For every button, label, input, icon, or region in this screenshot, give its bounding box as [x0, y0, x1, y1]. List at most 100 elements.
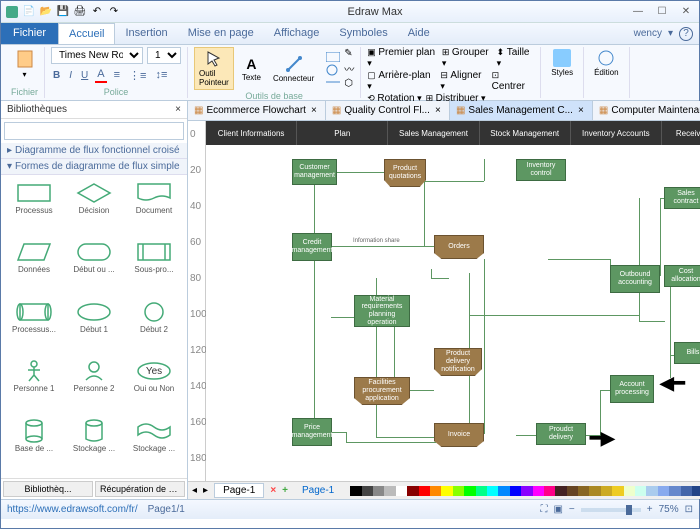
- node-facilities[interactable]: Facilities procurement application: [354, 377, 410, 405]
- font-size-select[interactable]: 10: [147, 47, 181, 64]
- color-swatch[interactable]: [544, 486, 555, 496]
- shape-circle[interactable]: Début 2: [125, 298, 183, 355]
- node-orders[interactable]: Orders: [434, 235, 484, 259]
- color-swatch[interactable]: [384, 486, 395, 496]
- color-swatch[interactable]: [567, 486, 578, 496]
- shape-yes[interactable]: YesOui ou Non: [125, 357, 183, 414]
- minimize-button[interactable]: —: [629, 5, 647, 19]
- tab-symboles[interactable]: Symboles: [329, 23, 397, 44]
- spacing-button[interactable]: ↕≡: [153, 68, 169, 82]
- shape-person[interactable]: Personne 1: [5, 357, 63, 414]
- color-swatch[interactable]: [407, 486, 418, 496]
- center-button[interactable]: ⊡ Centrer: [492, 70, 535, 92]
- color-swatch[interactable]: [658, 486, 669, 496]
- color-swatch[interactable]: [555, 486, 566, 496]
- status-url[interactable]: https://www.edrawsoft.com/fr/: [7, 504, 138, 515]
- color-swatch[interactable]: [476, 486, 487, 496]
- shape-para[interactable]: Données: [5, 238, 63, 295]
- tab-accueil[interactable]: Accueil: [58, 23, 115, 44]
- library-category-crossfunc[interactable]: ▸Diagramme de flux fonctionnel croisé: [1, 143, 187, 159]
- shape-rect[interactable]: Processus: [5, 179, 63, 236]
- view-actual-icon[interactable]: ▣: [553, 504, 562, 515]
- size-button[interactable]: ⬍ Taille ▾: [497, 47, 535, 69]
- color-swatch[interactable]: [453, 486, 464, 496]
- color-swatch[interactable]: [521, 486, 532, 496]
- view-full-icon[interactable]: ⛶: [540, 504, 547, 515]
- color-swatch[interactable]: [441, 486, 452, 496]
- page-tab-2[interactable]: Page-1: [302, 485, 334, 496]
- shape-ellipse[interactable]: Début 1: [65, 298, 123, 355]
- qat-save-icon[interactable]: 💾: [56, 5, 70, 19]
- zoom-fit-icon[interactable]: ⊡: [685, 504, 693, 515]
- color-swatch[interactable]: [681, 486, 692, 496]
- node-inventory-ctrl[interactable]: Inventory control: [516, 159, 566, 181]
- shape-cyl[interactable]: Base de ...: [5, 417, 63, 474]
- doc-tab-0[interactable]: ▦Ecommerce Flowchart×: [188, 101, 326, 120]
- bold-button[interactable]: B: [51, 68, 62, 82]
- align-button2[interactable]: ⊟ Aligner ▾: [440, 70, 487, 92]
- zoom-slider[interactable]: [581, 508, 641, 512]
- library-footer-btn2[interactable]: Récupération de fich...: [95, 481, 185, 497]
- color-swatch[interactable]: [646, 486, 657, 496]
- shape-tape[interactable]: Stockage ...: [125, 417, 183, 474]
- doc-tab-3[interactable]: ▦Computer Maintenan...×: [593, 101, 700, 120]
- doc-tab-close-icon[interactable]: ×: [576, 105, 586, 116]
- shape-poly-icon[interactable]: ⬡: [344, 78, 354, 89]
- node-account-proc[interactable]: Account processing: [610, 375, 654, 403]
- send-back-button[interactable]: ▢ Arrière-plan ▾: [367, 70, 436, 92]
- library-footer-btn1[interactable]: Bibliothèq...: [3, 481, 93, 497]
- shape-line-icon[interactable]: [326, 78, 340, 86]
- file-menu-button[interactable]: Fichier: [1, 23, 58, 44]
- tab-affichage[interactable]: Affichage: [264, 23, 330, 44]
- node-product-delivery[interactable]: Proudct delivery: [536, 423, 586, 445]
- page-close-icon[interactable]: ×: [270, 485, 276, 496]
- shape-curve-icon[interactable]: 〰: [344, 61, 354, 76]
- doc-tab-2[interactable]: ▦Sales Management C...×: [450, 101, 593, 120]
- shape-head[interactable]: Personne 2: [65, 357, 123, 414]
- node-sales-contract[interactable]: Sales contract: [664, 187, 700, 209]
- zoom-out-icon[interactable]: −: [569, 504, 575, 515]
- page-add-icon[interactable]: +: [282, 485, 288, 496]
- zoom-in-icon[interactable]: +: [647, 504, 653, 515]
- doc-tab-close-icon[interactable]: ×: [309, 105, 319, 116]
- doc-tab-close-icon[interactable]: ×: [433, 105, 443, 116]
- bullets-button[interactable]: ⋮≡: [127, 68, 148, 83]
- shape-cyl-h[interactable]: Processus...: [5, 298, 63, 355]
- page-next-icon[interactable]: ▸: [203, 485, 208, 496]
- close-button[interactable]: ✕: [677, 5, 695, 19]
- italic-button[interactable]: I: [67, 68, 74, 82]
- tab-aide[interactable]: Aide: [398, 23, 440, 44]
- shape-pen-icon[interactable]: ✎: [344, 48, 354, 59]
- shape-circle-icon[interactable]: [326, 64, 340, 76]
- paste-button[interactable]: ▾: [11, 47, 38, 81]
- color-swatch[interactable]: [533, 486, 544, 496]
- color-swatch[interactable]: [498, 486, 509, 496]
- shape-cyl2[interactable]: Stockage ...: [65, 417, 123, 474]
- node-customer-mgmt[interactable]: Customer management: [292, 159, 337, 185]
- node-product-quot[interactable]: Product quotations: [384, 159, 426, 187]
- node-invoice[interactable]: Invoice: [434, 423, 484, 447]
- color-swatch[interactable]: [350, 486, 361, 496]
- color-swatch[interactable]: [669, 486, 680, 496]
- color-swatch[interactable]: [464, 486, 475, 496]
- page-tab-1[interactable]: Page-1: [214, 483, 264, 498]
- qat-redo-icon[interactable]: ↷: [107, 5, 121, 19]
- group-button[interactable]: ⊞ Grouper ▾: [442, 47, 493, 69]
- color-swatch[interactable]: [601, 486, 612, 496]
- node-price-mgmt[interactable]: Price management: [292, 418, 332, 446]
- node-outbound-acc[interactable]: Outbound accounting: [610, 265, 660, 293]
- tab-insertion[interactable]: Insertion: [115, 23, 177, 44]
- node-bills[interactable]: Bills: [674, 342, 700, 364]
- maximize-button[interactable]: ☐: [653, 5, 671, 19]
- library-category-simple[interactable]: ▾Formes de diagramme de flux simple: [1, 159, 187, 175]
- color-swatch[interactable]: [396, 486, 407, 496]
- qat-new-icon[interactable]: 📄: [22, 5, 36, 19]
- library-close-icon[interactable]: ×: [175, 104, 181, 115]
- align-button[interactable]: ≡: [112, 68, 122, 82]
- shape-subp[interactable]: Sous-pro...: [125, 238, 183, 295]
- node-prod-del-notif[interactable]: Product delivery notification: [434, 348, 482, 376]
- page-prev-icon[interactable]: ◂: [192, 485, 197, 496]
- styles-button[interactable]: Styles: [547, 47, 577, 79]
- shape-diamond[interactable]: Décision: [65, 179, 123, 236]
- font-family-select[interactable]: Times New Roman: [51, 47, 143, 64]
